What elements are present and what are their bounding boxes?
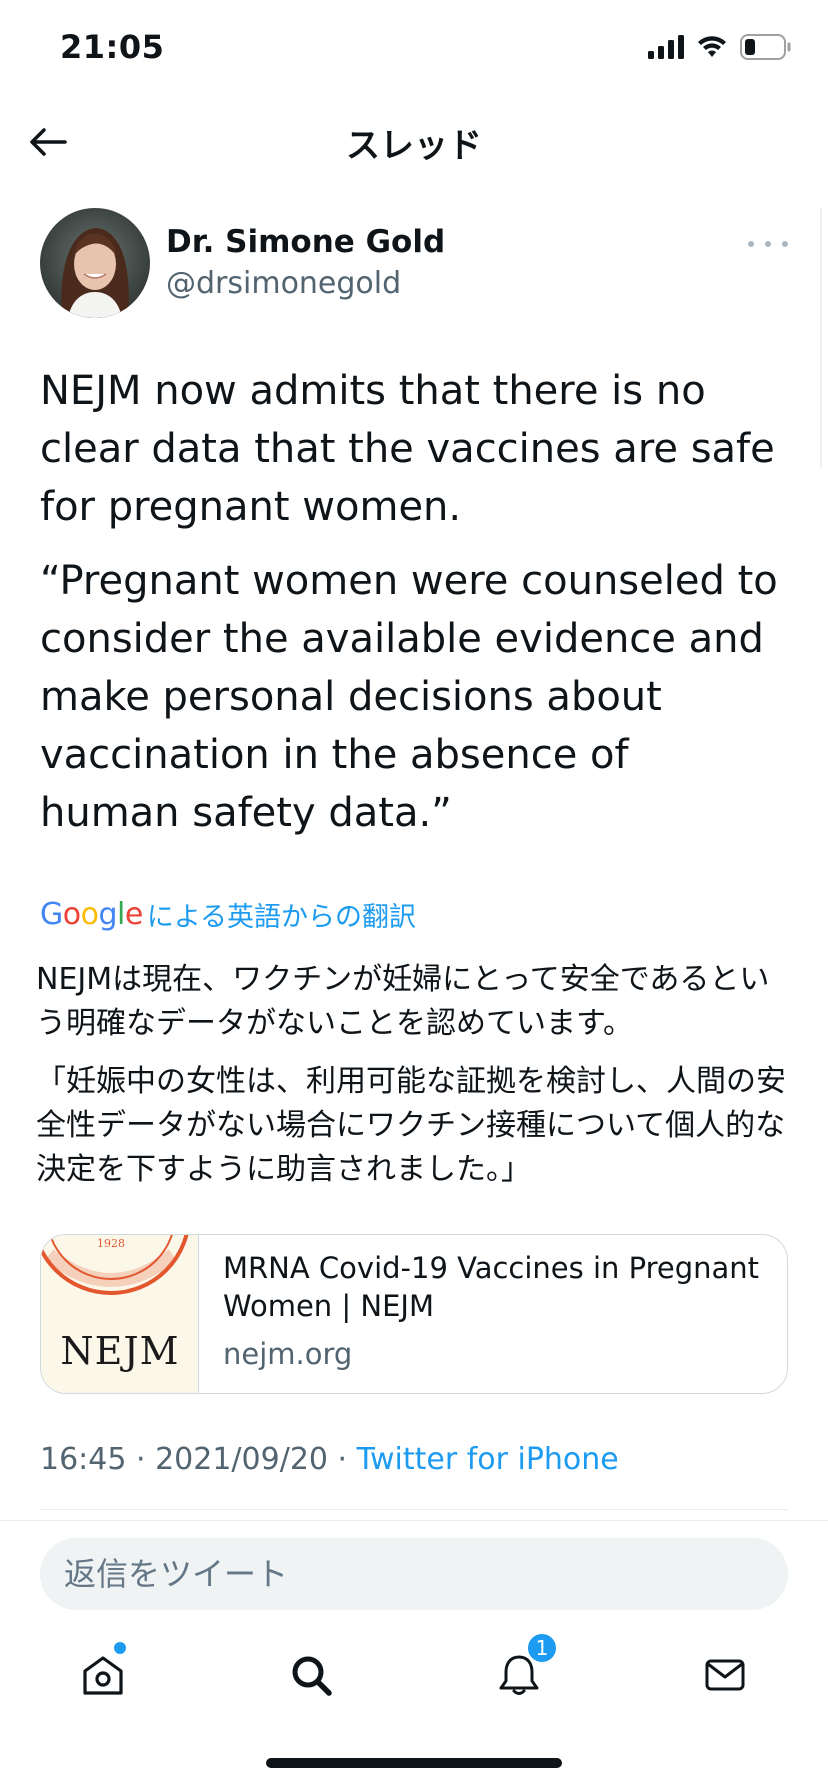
- divider: [40, 1509, 788, 1510]
- wifi-icon: [698, 36, 726, 57]
- scroll-indicator: [820, 208, 822, 468]
- bottom-tab-bar: 1: [0, 1632, 828, 1710]
- timestamp-separator: ·: [126, 1442, 156, 1477]
- translation-attribution[interactable]: Google による英語からの翻訳: [40, 892, 416, 936]
- home-indicator[interactable]: [266, 1758, 562, 1768]
- reply-input[interactable]: [64, 1555, 788, 1593]
- tab-search[interactable]: [276, 1640, 346, 1710]
- timestamp-time: 16:45: [40, 1442, 127, 1477]
- tab-home[interactable]: [68, 1640, 138, 1710]
- tweet-paragraph: NEJM now admits that there is no clear d…: [40, 368, 775, 530]
- nejm-logo-text: NEJM: [60, 1329, 180, 1373]
- status-time: 21:05: [60, 28, 165, 66]
- tweet-paragraph: “Pregnant women were counseled to consid…: [40, 558, 778, 836]
- page-title: スレッド: [346, 126, 482, 166]
- messages-icon: [705, 1659, 745, 1691]
- avatar-image: [40, 208, 150, 318]
- link-domain: nejm.org: [223, 1337, 353, 1371]
- battery-icon: [740, 34, 791, 60]
- timestamp-date: 2021/09/20: [155, 1442, 328, 1477]
- more-dot-icon: [765, 241, 771, 247]
- more-dot-icon: [782, 241, 788, 247]
- tab-notifications[interactable]: 1: [484, 1632, 558, 1710]
- more-dot-icon: [748, 241, 754, 247]
- tweet-text: NEJM now admits that there is no clear d…: [40, 362, 780, 858]
- tweet-source-link[interactable]: Twitter for iPhone: [357, 1442, 619, 1477]
- tab-messages[interactable]: [690, 1640, 760, 1710]
- translated-paragraph: NEJMは現在、ワクチンが妊婦にとって安全であるという明確なデータがないことを認…: [36, 962, 770, 1041]
- home-icon: [83, 1656, 123, 1695]
- status-icons: [648, 34, 792, 60]
- translated-paragraph: 「妊娠中の女性は、利用可能な証拠を検討し、人間の安全性データがない場合にワクチン…: [36, 1064, 786, 1187]
- google-logo: Google: [40, 896, 143, 932]
- author-name[interactable]: Dr. Simone Gold: [166, 224, 445, 260]
- reply-composer[interactable]: [40, 1538, 788, 1610]
- link-thumbnail: 1928 NEJM: [41, 1235, 199, 1393]
- link-preview-card[interactable]: 1928 NEJM MRNA Covid-19 Vaccines in Preg…: [40, 1234, 788, 1394]
- status-bar: 21:05: [0, 0, 828, 100]
- home-new-dot: [114, 1642, 126, 1654]
- translation-label: による英語からの翻訳: [146, 901, 417, 933]
- cellular-signal-icon: [648, 35, 684, 59]
- author-handle[interactable]: @drsimonegold: [166, 266, 401, 301]
- nav-bar: スレッド: [0, 100, 828, 180]
- tweet-author: Dr. Simone Gold @drsimonegold: [40, 208, 788, 320]
- divider: [0, 1520, 828, 1521]
- link-title: MRNA Covid-19 Vaccines in Pregnant Women…: [223, 1251, 760, 1323]
- timestamp-separator: ·: [328, 1442, 357, 1477]
- seal-year: 1928: [97, 1237, 125, 1250]
- search-icon: [292, 1656, 332, 1696]
- tweet-timestamp: 16:45 · 2021/09/20 · Twitter for iPhone: [40, 1442, 619, 1477]
- notification-badge: 1: [526, 1632, 558, 1664]
- more-options-button[interactable]: [748, 234, 788, 254]
- avatar[interactable]: [40, 208, 150, 318]
- translated-text: NEJMは現在、ワクチンが妊婦にとって安全であるという明確なデータがないことを認…: [36, 958, 796, 1206]
- nejm-seal-icon: 1928: [41, 1235, 189, 1295]
